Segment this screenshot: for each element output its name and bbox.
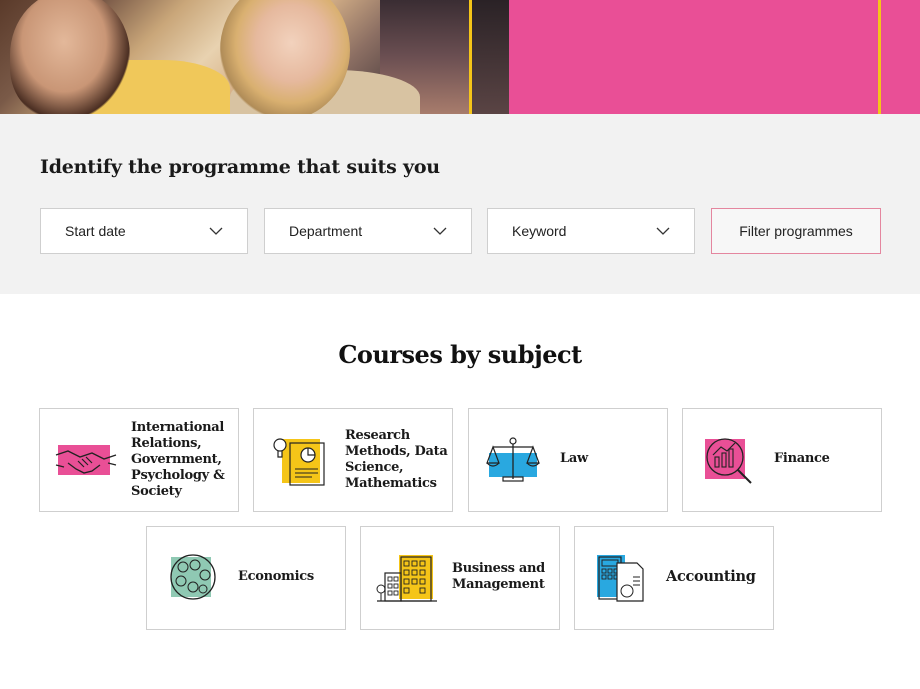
course-card-finance[interactable]: Finance <box>682 408 882 512</box>
courses-title: Courses by subject <box>338 340 582 369</box>
start-date-label: Start date <box>65 223 126 239</box>
course-label: Research Methods, Data Science, Mathemat… <box>345 428 448 491</box>
buildings-icon <box>376 555 437 602</box>
course-card-research-methods[interactable]: Research Methods, Data Science, Mathemat… <box>253 408 453 512</box>
finance-chart-icon <box>705 438 752 484</box>
course-label: Economics <box>238 569 314 584</box>
course-label: Business and Management <box>452 561 545 592</box>
course-label: Law <box>560 451 588 466</box>
start-date-select[interactable]: Start date <box>40 208 248 254</box>
keyword-select[interactable]: Keyword <box>487 208 695 254</box>
course-card-business-management[interactable]: Business and Management <box>360 526 560 630</box>
course-card-accounting[interactable]: Accounting <box>574 526 774 630</box>
scales-icon <box>486 437 540 482</box>
course-label: Finance <box>774 451 830 466</box>
department-label: Department <box>289 223 363 239</box>
chevron-down-icon <box>656 227 670 235</box>
course-card-international-relations[interactable]: International Relations, Government, Psy… <box>39 408 239 512</box>
course-card-economics[interactable]: Economics <box>146 526 346 630</box>
handshake-icon <box>55 445 117 475</box>
chevron-down-icon <box>209 227 223 235</box>
filter-title: Identify the programme that suits you <box>40 156 440 178</box>
keyword-label: Keyword <box>512 223 567 239</box>
course-label: International Relations, Government, Psy… <box>131 420 225 499</box>
chevron-down-icon <box>433 227 447 235</box>
programme-filter: Identify the programme that suits you St… <box>0 114 920 294</box>
currency-globe-icon <box>170 554 216 600</box>
hero-banner <box>0 0 920 114</box>
pink-panel <box>509 0 920 114</box>
department-select[interactable]: Department <box>264 208 472 254</box>
filter-programmes-button[interactable]: Filter programmes <box>711 208 881 254</box>
accent-line <box>878 0 881 114</box>
course-card-law[interactable]: Law <box>468 408 668 512</box>
research-report-icon <box>273 438 325 486</box>
calculator-icon <box>597 555 644 602</box>
course-label: Accounting <box>666 568 756 585</box>
hero-photo <box>0 0 470 114</box>
